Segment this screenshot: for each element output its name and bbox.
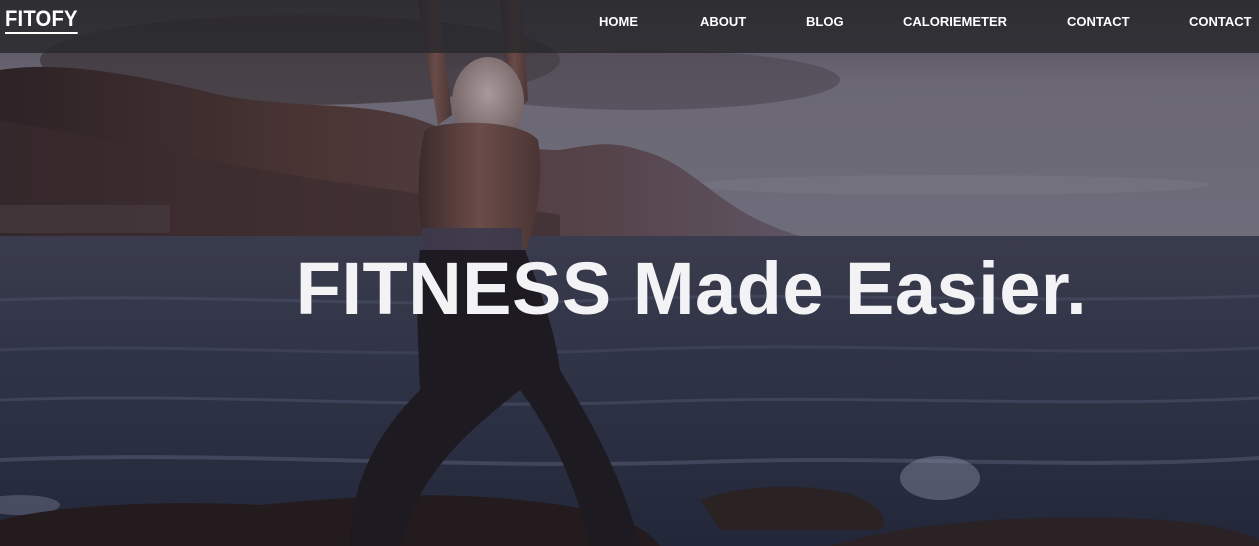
nav-link-about[interactable]: ABOUT xyxy=(700,14,746,30)
hero-section: FITOFY HOME ABOUT BLOG CALORIEMETER CONT… xyxy=(0,0,1259,546)
hero-headline: FITNESS Made Easier. xyxy=(295,247,1088,330)
nav-link-contact-2[interactable]: CONTACT xyxy=(1189,14,1252,30)
nav-link-caloriemeter[interactable]: CALORIEMETER xyxy=(903,14,1007,30)
top-navbar: FITOFY HOME ABOUT BLOG CALORIEMETER CONT… xyxy=(0,0,1259,53)
nav-link-contact[interactable]: CONTACT xyxy=(1067,14,1130,30)
nav-link-blog[interactable]: BLOG xyxy=(806,14,844,30)
brand-logo[interactable]: FITOFY xyxy=(5,7,78,34)
nav-link-home[interactable]: HOME xyxy=(599,14,638,30)
